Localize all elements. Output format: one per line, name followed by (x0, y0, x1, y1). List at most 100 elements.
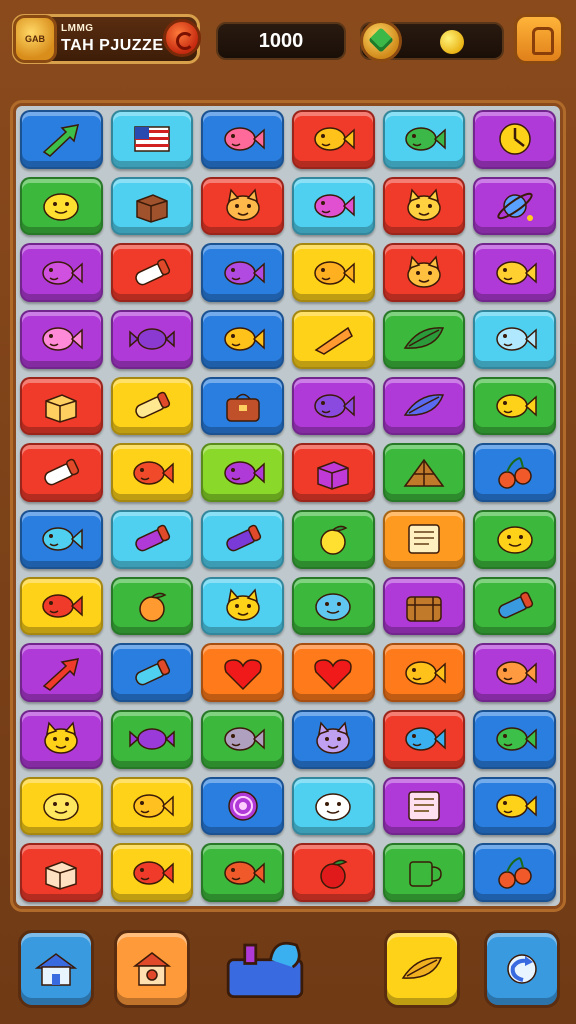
tile[interactable] (201, 243, 284, 302)
tile[interactable] (382, 576, 466, 636)
menu-button[interactable] (514, 14, 564, 64)
cat-icon (399, 254, 449, 292)
tile[interactable] (20, 176, 103, 236)
tile[interactable] (473, 843, 556, 902)
toolbox-button[interactable] (210, 930, 320, 1008)
tile[interactable] (20, 776, 103, 836)
tile[interactable] (292, 443, 375, 502)
tile[interactable] (20, 643, 103, 702)
gold-coin-icon (440, 30, 464, 54)
cherry-icon (490, 454, 540, 492)
shop-button[interactable] (114, 930, 190, 1008)
box-icon (36, 854, 86, 892)
tile[interactable] (201, 643, 284, 702)
tube-icon (218, 520, 268, 558)
tile[interactable] (110, 110, 194, 169)
tile[interactable] (201, 843, 284, 902)
tile[interactable] (292, 843, 375, 902)
tile[interactable] (473, 643, 556, 702)
blob-icon (36, 787, 86, 825)
tile[interactable] (292, 510, 375, 569)
tile[interactable] (201, 776, 284, 836)
tile[interactable] (110, 176, 194, 236)
tile[interactable] (292, 376, 375, 436)
tile[interactable] (110, 843, 194, 902)
note-icon (399, 520, 449, 558)
tile[interactable] (110, 643, 194, 702)
fish-icon (218, 254, 268, 292)
tile[interactable] (20, 710, 103, 769)
note-icon (399, 787, 449, 825)
tile[interactable] (473, 776, 556, 836)
tile[interactable] (382, 710, 466, 769)
tile[interactable] (110, 376, 194, 436)
arrow-icon (36, 654, 86, 692)
tile[interactable] (292, 643, 375, 702)
tile[interactable] (382, 510, 466, 569)
tile[interactable] (20, 243, 103, 302)
undo-button[interactable] (484, 930, 560, 1008)
tile[interactable] (292, 176, 375, 236)
tile[interactable] (110, 510, 194, 569)
tile[interactable] (201, 710, 284, 769)
tile[interactable] (382, 176, 466, 236)
hint-button[interactable] (384, 930, 460, 1008)
tile[interactable] (110, 576, 194, 636)
tile[interactable] (473, 110, 556, 169)
tile[interactable] (110, 310, 194, 369)
tile[interactable] (382, 310, 466, 369)
tile[interactable] (473, 510, 556, 569)
tile[interactable] (201, 443, 284, 502)
tile[interactable] (20, 576, 103, 636)
tile[interactable] (292, 576, 375, 636)
tile[interactable] (20, 110, 103, 169)
fruit-icon (308, 520, 358, 558)
tile[interactable] (382, 110, 466, 169)
tile[interactable] (473, 176, 556, 236)
tile[interactable] (20, 843, 103, 902)
tile[interactable] (201, 310, 284, 369)
tile[interactable] (382, 643, 466, 702)
fish-icon (490, 254, 540, 292)
fish-icon (127, 787, 177, 825)
tile[interactable] (201, 576, 284, 636)
cat-icon (218, 587, 268, 625)
tile[interactable] (201, 110, 284, 169)
fish-icon (490, 720, 540, 758)
fish-icon (308, 387, 358, 425)
fish-icon (490, 320, 540, 358)
fish-icon (218, 320, 268, 358)
fruit-icon (308, 854, 358, 892)
tile[interactable] (20, 310, 103, 369)
tile[interactable] (20, 510, 103, 569)
tile[interactable] (20, 443, 103, 502)
fish-icon (127, 454, 177, 492)
settings-icon[interactable] (163, 19, 201, 57)
tile[interactable] (110, 243, 194, 302)
tile[interactable] (292, 776, 375, 836)
tile[interactable] (473, 710, 556, 769)
tile[interactable] (473, 443, 556, 502)
tile[interactable] (473, 576, 556, 636)
tile[interactable] (292, 710, 375, 769)
tile[interactable] (110, 443, 194, 502)
tile[interactable] (382, 376, 466, 436)
tile[interactable] (20, 376, 103, 436)
tile[interactable] (201, 376, 284, 436)
tile[interactable] (382, 443, 466, 502)
tile[interactable] (382, 243, 466, 302)
tile[interactable] (292, 243, 375, 302)
tile[interactable] (201, 510, 284, 569)
tile[interactable] (201, 176, 284, 236)
tile[interactable] (382, 843, 466, 902)
tile[interactable] (382, 776, 466, 836)
tile[interactable] (473, 376, 556, 436)
tile[interactable] (292, 310, 375, 369)
tile[interactable] (473, 243, 556, 302)
tile[interactable] (473, 310, 556, 369)
home-button[interactable] (18, 930, 94, 1008)
tile[interactable] (110, 710, 194, 769)
gem-icon[interactable] (360, 20, 402, 62)
tile[interactable] (110, 776, 194, 836)
tile[interactable] (292, 110, 375, 169)
